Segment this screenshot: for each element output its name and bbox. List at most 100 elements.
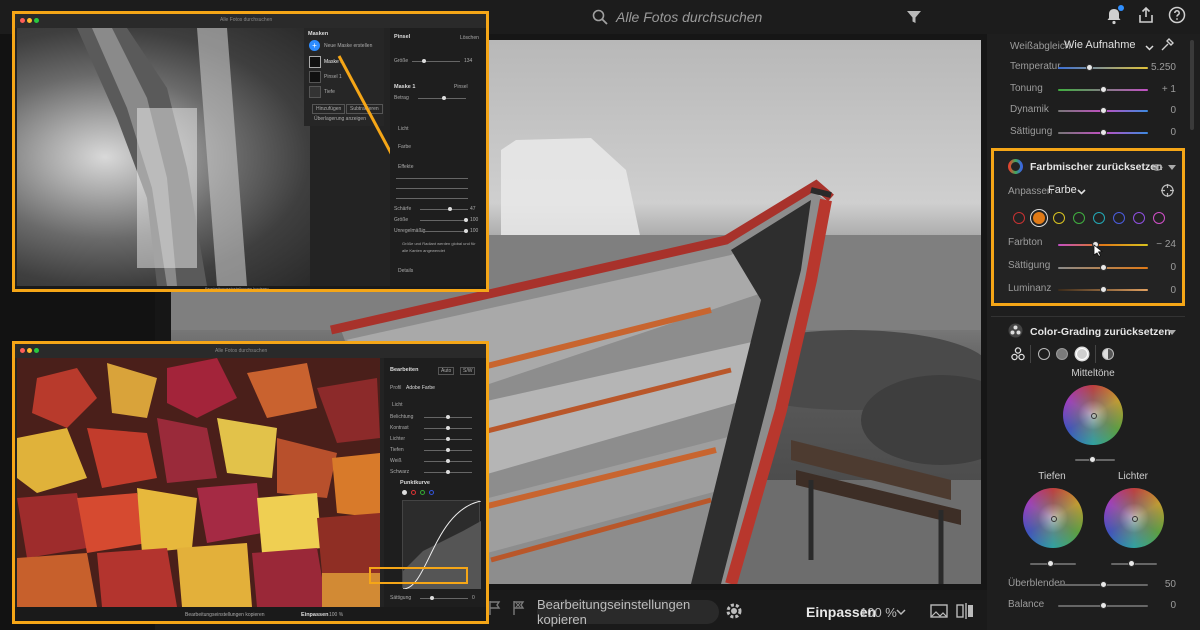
mixer-saturation-value[interactable]: 0 (1136, 262, 1176, 273)
new-mask-label[interactable]: Neue Maske erstellen (324, 43, 372, 49)
swatch-purple[interactable] (1133, 212, 1145, 224)
shadows-mode-button[interactable] (1038, 348, 1050, 360)
mixer-saturation-knob[interactable] (1100, 264, 1107, 271)
vibrance-value[interactable]: 0 (1136, 105, 1176, 116)
erase-label[interactable]: Löschen (460, 35, 479, 41)
swatch-aqua[interactable] (1093, 212, 1105, 224)
vibrance-knob[interactable] (1100, 107, 1107, 114)
white-balance-select[interactable]: Wie Aufnahme (1064, 39, 1136, 51)
adjust-select[interactable]: Farbe (1048, 184, 1077, 196)
blue-channel-dot[interactable] (429, 490, 434, 495)
shadows-knob[interactable] (1047, 560, 1054, 567)
size-value[interactable]: 134 (464, 58, 472, 64)
midtones-mode-button[interactable] (1056, 348, 1068, 360)
size-knob[interactable] (422, 59, 426, 63)
rgb-channel-dot[interactable] (402, 490, 407, 495)
tint-knob[interactable] (1100, 86, 1107, 93)
zoom-value[interactable]: 100 % (860, 605, 897, 620)
luminance-value[interactable]: 0 (1136, 285, 1176, 296)
temperature-knob[interactable] (1086, 64, 1093, 71)
effects-slider[interactable] (396, 188, 468, 189)
sharpness-value[interactable]: 47 (470, 206, 476, 212)
details-section[interactable]: Details (398, 268, 413, 274)
color-grading-title[interactable]: Color-Grading zurücksetzen (1030, 326, 1171, 338)
chevron-down-icon[interactable] (896, 607, 906, 617)
three-way-icon[interactable] (1011, 347, 1025, 361)
sharpness-slider[interactable] (420, 209, 468, 210)
saturation-knob[interactable] (1100, 129, 1107, 136)
before-after-icon[interactable] (930, 603, 948, 619)
temperature-slider[interactable] (1058, 67, 1148, 69)
color-section[interactable]: Farbe (398, 144, 411, 150)
chevron-down-icon[interactable] (1077, 187, 1086, 196)
eyedropper-icon[interactable] (1160, 38, 1174, 52)
swatch-blue[interactable] (1113, 212, 1125, 224)
copy-settings-button[interactable]: Bearbeitungseinstellungen kopieren (537, 597, 719, 627)
effects-slider[interactable] (396, 198, 468, 199)
highlights-knob[interactable] (1128, 560, 1135, 567)
light-section[interactable]: Licht (392, 402, 403, 408)
blend-value[interactable]: 50 (1136, 579, 1176, 590)
saturation-value[interactable]: 0 (1136, 127, 1176, 138)
depth-thumbnail[interactable] (309, 86, 321, 98)
roughness-value[interactable]: 100 (470, 228, 478, 234)
effects-section[interactable]: Effekte (398, 164, 413, 170)
panel-scrollbar[interactable] (1190, 40, 1194, 130)
roughness-slider[interactable] (420, 231, 468, 232)
size2-value[interactable]: 100 (470, 217, 478, 223)
search-field[interactable]: Alle Fotos durchsuchen (592, 6, 892, 28)
help-icon[interactable] (1168, 6, 1186, 24)
shadows-wheel[interactable] (1023, 488, 1083, 548)
color-mixer-title[interactable]: Farbmischer zurücksetzen (1030, 161, 1162, 173)
share-icon[interactable] (1137, 6, 1155, 24)
light-knob[interactable] (446, 415, 450, 419)
balance-knob[interactable] (1100, 602, 1107, 609)
temperature-value[interactable]: 5.250 (1136, 62, 1176, 73)
add-mask-icon[interactable]: + (309, 40, 320, 51)
swatch-magenta[interactable] (1153, 212, 1165, 224)
profile-select[interactable]: Adobe Farbe (406, 385, 435, 391)
light-section[interactable]: Licht (398, 126, 409, 132)
chevron-down-icon[interactable] (1168, 328, 1176, 336)
hue-value[interactable]: − 24 (1136, 239, 1176, 250)
brush-thumbnail[interactable] (309, 71, 321, 83)
light-knob[interactable] (446, 448, 450, 452)
saturation-slider[interactable] (420, 598, 468, 599)
light-knob[interactable] (446, 470, 450, 474)
flag-icon[interactable] (488, 600, 502, 616)
green-channel-dot[interactable] (420, 490, 425, 495)
blend-knob[interactable] (1100, 581, 1107, 588)
size2-knob[interactable] (464, 218, 468, 222)
split-view-icon[interactable] (956, 603, 974, 619)
reject-flag-icon[interactable] (512, 600, 526, 616)
swatch-red[interactable] (1013, 212, 1025, 224)
light-knob[interactable] (446, 437, 450, 441)
size-slider[interactable] (412, 61, 460, 62)
bw-button[interactable]: S/W (460, 367, 476, 375)
target-adjust-icon[interactable] (1161, 184, 1174, 197)
red-channel-dot[interactable] (411, 490, 416, 495)
swatch-green[interactable] (1073, 212, 1085, 224)
auto-button[interactable]: Auto (438, 367, 455, 375)
size2-slider[interactable] (420, 220, 468, 221)
swatch-yellow[interactable] (1053, 212, 1065, 224)
light-knob[interactable] (446, 426, 450, 430)
tint-value[interactable]: + 1 (1136, 84, 1176, 95)
saturation-value[interactable]: 0 (472, 595, 475, 601)
gear-icon[interactable] (724, 601, 744, 621)
highlights-wheel[interactable] (1104, 488, 1164, 548)
luminance-knob[interactable] (1100, 286, 1107, 293)
balance-value[interactable]: 0 (1136, 600, 1176, 611)
light-knob[interactable] (446, 459, 450, 463)
midtones-knob[interactable] (1089, 456, 1096, 463)
mask-thumbnail[interactable] (309, 56, 321, 68)
eye-icon[interactable] (1151, 163, 1163, 172)
global-mode-button[interactable] (1102, 348, 1114, 360)
sharpness-knob[interactable] (448, 207, 452, 211)
swatch-orange[interactable] (1033, 212, 1045, 224)
midtones-wheel[interactable] (1063, 385, 1123, 445)
chevron-down-icon[interactable] (1145, 43, 1154, 52)
effects-slider[interactable] (396, 178, 468, 179)
saturation-knob[interactable] (430, 596, 434, 600)
roughness-knob[interactable] (464, 229, 468, 233)
